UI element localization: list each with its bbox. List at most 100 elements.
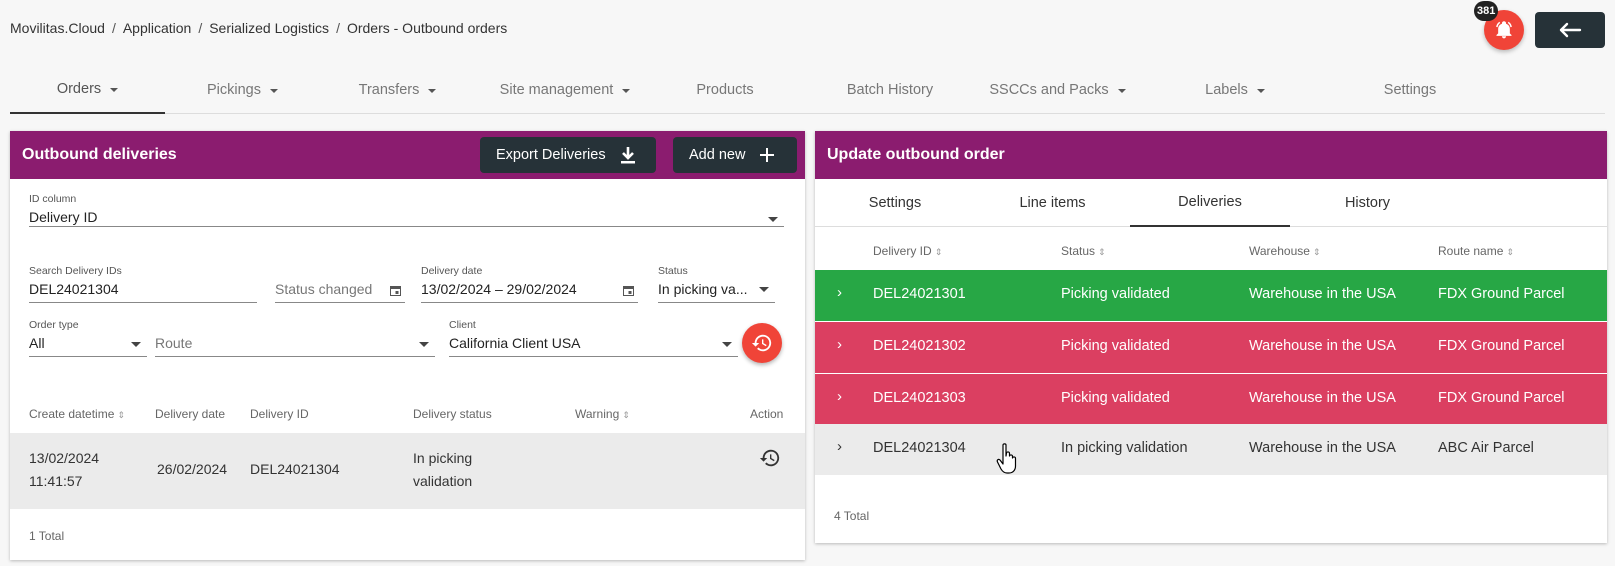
delivery-date-range-input[interactable]: Delivery date 13/02/2024 – 29/02/2024 (421, 265, 638, 303)
chevron-right-icon[interactable]: › (837, 388, 842, 405)
col-status[interactable]: Status ⇕ (1061, 244, 1106, 258)
breadcrumb-separator: / (198, 20, 203, 36)
panel-title: Update outbound order (827, 146, 1005, 163)
search-delivery-ids-label: Search Delivery IDs (29, 265, 122, 277)
nav-pickings-label: Pickings (207, 82, 261, 98)
tab-history[interactable]: History (1290, 179, 1445, 227)
chevron-right-icon[interactable]: › (837, 284, 842, 301)
update-outbound-order-header: Update outbound order (815, 131, 1607, 179)
nav-batch-history[interactable]: Batch History (810, 66, 970, 114)
calendar-icon[interactable] (623, 285, 634, 296)
sort-icon: ⇕ (1312, 247, 1321, 257)
status-line1: In picking (413, 450, 473, 466)
id-column-select[interactable]: ID column Delivery ID (29, 193, 784, 227)
nav-orders-label: Orders (56, 81, 102, 97)
nav-transfers[interactable]: Transfers (320, 66, 475, 114)
panel-title: Outbound deliveries (22, 146, 177, 163)
outbound-deliveries-header: Outbound deliveries Export Deliveries Ad… (10, 131, 805, 179)
sort-icon: ⇕ (622, 410, 630, 420)
sort-icon: ⇕ (1506, 247, 1514, 257)
outbound-deliveries-panel: Outbound deliveries Export Deliveries Ad… (10, 131, 805, 560)
client-label: Client (449, 319, 476, 331)
plus-icon (760, 148, 775, 162)
breadcrumb-separator: / (111, 20, 116, 36)
col-route-name[interactable]: Route name ⇕ (1438, 244, 1514, 258)
nav-settings[interactable]: Settings (1340, 66, 1480, 114)
nav-site-management-label: Site management (499, 82, 614, 98)
table-row[interactable]: 13/02/2024 11:41:57 26/02/2024 DEL2402130… (10, 433, 805, 509)
reset-filters-button[interactable] (742, 323, 782, 363)
table-row[interactable]: › DEL24021304 In picking validation Ware… (815, 424, 1607, 475)
nav-labels[interactable]: Labels (1170, 66, 1300, 114)
arrow-left-icon (1559, 22, 1582, 38)
row-history-button[interactable] (759, 447, 781, 472)
tab-deliveries[interactable]: Deliveries (1130, 179, 1290, 227)
add-new-button[interactable]: Add new (673, 137, 797, 173)
notifications-button[interactable]: 381 (1474, 1, 1524, 50)
breadcrumb-item-movilitas[interactable]: Movilitas.Cloud (10, 20, 105, 36)
history-icon (751, 334, 772, 352)
add-new-label: Add new (689, 147, 746, 163)
caret-down-icon (270, 89, 278, 93)
caret-down-icon (1256, 89, 1265, 93)
calendar-icon[interactable] (390, 285, 401, 296)
search-delivery-ids-value: DEL24021304 (29, 281, 119, 297)
nav-site-management[interactable]: Site management (475, 66, 655, 114)
breadcrumb-item-application[interactable]: Application (123, 20, 192, 36)
back-button[interactable] (1535, 12, 1605, 48)
col-delivery-id-label: Delivery ID (873, 244, 932, 258)
history-icon (759, 449, 780, 467)
col-delivery-id[interactable]: Delivery ID ⇕ (873, 244, 942, 258)
breadcrumb: Movilitas.Cloud / Application / Serialized L… (10, 20, 507, 36)
cell-status: Picking validated (1061, 338, 1170, 354)
dropdown-arrow-icon (131, 342, 141, 347)
table-row[interactable]: › DEL24021302 Picking validated Warehous… (815, 322, 1607, 373)
nav-ssccs-label: SSCCs and Packs (989, 82, 1109, 98)
search-delivery-ids-input[interactable]: Search Delivery IDs DEL24021304 (29, 265, 257, 303)
col-create-datetime[interactable]: Create datetime ⇕ (29, 407, 125, 421)
cell-status: Picking validated (1061, 286, 1170, 302)
table-row[interactable]: › DEL24021301 Picking validated Warehous… (815, 270, 1607, 321)
hand-cursor-icon (996, 443, 1017, 474)
export-deliveries-button[interactable]: Export Deliveries (480, 137, 656, 173)
status-select[interactable]: Status In picking va... (658, 265, 775, 303)
chevron-right-icon[interactable]: › (837, 336, 842, 353)
cell-route-name: ABC Air Parcel (1438, 440, 1534, 456)
create-date: 13/02/2024 (29, 450, 100, 466)
status-changed-date-input[interactable]: Status changed (275, 265, 405, 303)
nav-settings-label: Settings (1383, 82, 1437, 98)
nav-ssccs-and-packs[interactable]: SSCCs and Packs (970, 66, 1145, 114)
caret-down-icon (110, 88, 119, 92)
col-create-datetime-label: Create datetime (29, 407, 115, 421)
nav-pickings[interactable]: Pickings (165, 66, 320, 114)
col-warehouse[interactable]: Warehouse ⇕ (1249, 244, 1320, 258)
nav-products[interactable]: Products (655, 66, 795, 114)
cell-warehouse: Warehouse in the USA (1249, 390, 1396, 406)
col-warning[interactable]: Warning ⇕ (575, 407, 630, 421)
cell-create-datetime: 13/02/2024 11:41:57 (29, 447, 99, 493)
tab-line-items[interactable]: Line items (975, 179, 1130, 227)
cell-route-name: FDX Ground Parcel (1438, 338, 1565, 354)
table-row[interactable]: › DEL24021303 Picking validated Warehous… (815, 374, 1607, 425)
cell-warehouse: Warehouse in the USA (1249, 338, 1396, 354)
route-select[interactable]: Route (155, 319, 435, 357)
nav-labels-label: Labels (1205, 82, 1248, 98)
order-type-label: Order type (29, 319, 79, 331)
nav-orders[interactable]: Orders (10, 66, 165, 114)
breadcrumb-item-outbound-orders[interactable]: Orders - Outbound orders (347, 20, 507, 36)
col-route-name-label: Route name (1438, 244, 1504, 258)
client-value: California Client USA (449, 335, 581, 351)
export-deliveries-label: Export Deliveries (496, 147, 606, 163)
client-select[interactable]: Client California Client USA (449, 319, 738, 357)
breadcrumb-item-serialized-logistics[interactable]: Serialized Logistics (209, 20, 329, 36)
sort-icon: ⇕ (117, 410, 125, 420)
caret-down-icon (428, 89, 437, 93)
notification-count-badge: 381 (1474, 1, 1499, 21)
tab-settings[interactable]: Settings (815, 179, 975, 227)
chevron-right-icon[interactable]: › (837, 438, 842, 455)
cell-delivery-id: DEL24021303 (873, 390, 966, 406)
status-line2: validation (413, 473, 473, 489)
sort-icon: ⇕ (934, 247, 943, 257)
order-type-select[interactable]: Order type All (29, 319, 147, 357)
cell-warehouse: Warehouse in the USA (1249, 286, 1396, 302)
